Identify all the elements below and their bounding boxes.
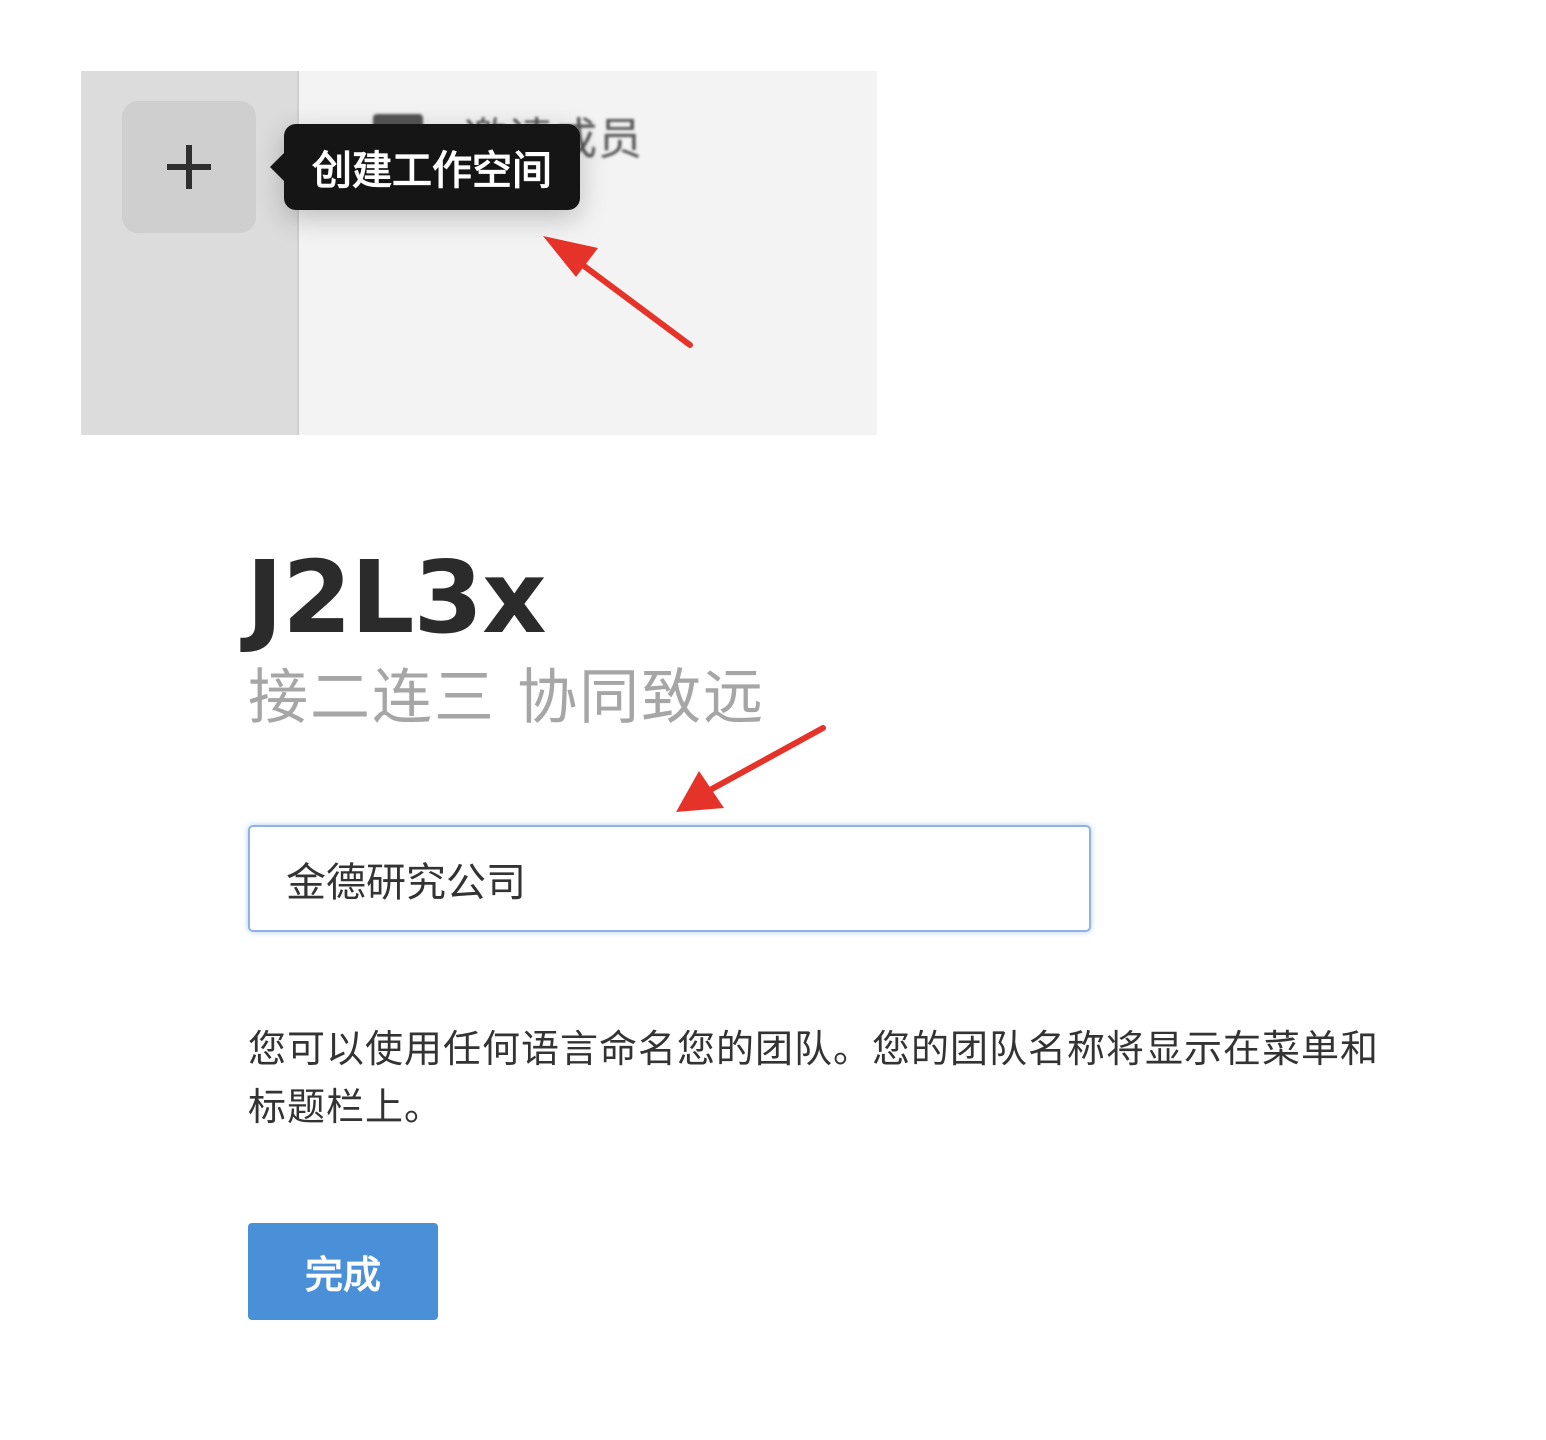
create-workspace-tooltip: 创建工作空间 <box>270 124 580 210</box>
done-button[interactable]: 完成 <box>248 1223 438 1320</box>
team-name-input[interactable] <box>248 825 1091 932</box>
brand-slogan: 接二连三 协同致远 <box>248 663 766 733</box>
helper-text: 您可以使用任何语言命名您的团队。您的团队名称将显示在菜单和标题栏上。 <box>248 1027 1380 1129</box>
tooltip-text: 创建工作空间 <box>312 148 552 194</box>
brand-title: J2L3x <box>246 539 547 656</box>
add-workspace-button[interactable] <box>122 101 256 233</box>
sidebar-screenshot-panel: 邀请成员 创建工作空间 <box>81 71 877 435</box>
workspace-rail <box>81 71 299 435</box>
arrow-icon-input <box>676 725 826 812</box>
plus-icon <box>167 145 211 189</box>
